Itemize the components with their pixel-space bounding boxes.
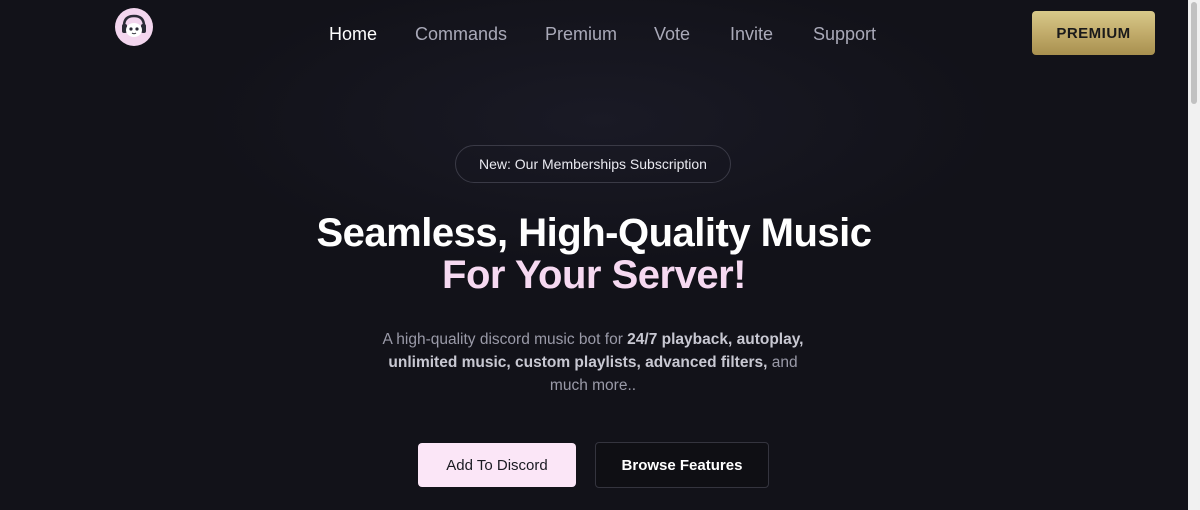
nav-item-support[interactable]: Support [813,22,876,46]
hero-title: Seamless, High-Quality Music For Your Se… [0,212,1188,296]
nav-item-commands[interactable]: Commands [415,22,507,46]
site-header: Home Commands Premium Vote Invite Suppor… [0,0,1188,66]
browse-features-button[interactable]: Browse Features [595,442,769,488]
nav-item-premium[interactable]: Premium [545,22,617,46]
main-nav: Home Commands Premium Vote Invite Suppor… [0,22,1188,46]
desc-text-3: much more.. [549,377,637,394]
nav-item-home[interactable]: Home [329,22,377,46]
hero-title-line1: Seamless, High-Quality Music [316,211,872,255]
nav-item-invite[interactable]: Invite [730,22,773,46]
hero-title-line2: For Your Server! [442,253,746,297]
scrollbar[interactable] [1188,0,1200,510]
desc-bold-1: 24/7 playback, autoplay, [627,331,804,348]
desc-bold-2: unlimited music, custom playlists, advan… [388,354,768,371]
scrollbar-thumb[interactable] [1191,2,1197,104]
announcement-pill[interactable]: New: Our Memberships Subscription [455,145,731,183]
hero-description: A high-quality discord music bot for 24/… [360,328,826,397]
premium-button[interactable]: PREMIUM [1032,11,1155,55]
page: Home Commands Premium Vote Invite Suppor… [0,0,1200,510]
add-to-discord-button[interactable]: Add To Discord [418,443,576,487]
desc-text-2: and [767,354,798,371]
nav-item-vote[interactable]: Vote [654,22,690,46]
desc-text-1: A high-quality discord music bot for [382,331,628,348]
